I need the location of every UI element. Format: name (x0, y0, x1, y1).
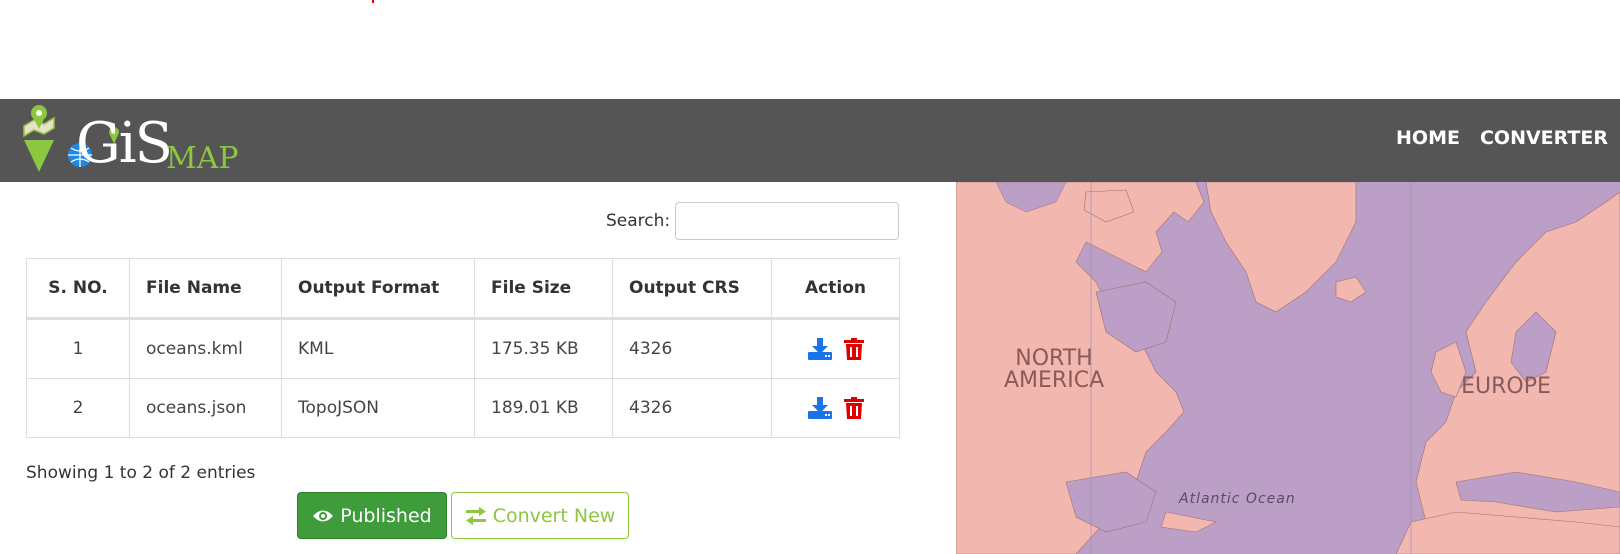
cell-file-size: 189.01 KB (474, 378, 613, 438)
cell-sno: 1 (26, 318, 130, 379)
cell-action (771, 378, 900, 438)
table-row: 1 oceans.kml KML 175.35 KB 4326 (26, 318, 900, 379)
search-label: Search: (606, 211, 671, 231)
table-info: Showing 1 to 2 of 2 entries (26, 463, 256, 483)
cell-file-name: oceans.kml (129, 318, 282, 379)
map-view[interactable]: NORTH AMERICA EUROPE Atlantic Ocean (956, 182, 1620, 554)
download-icon[interactable] (807, 338, 832, 360)
logo-gis-text: GiS (76, 111, 173, 176)
nav-home-link[interactable]: HOME (1396, 127, 1460, 149)
column-header-action: Action (771, 258, 900, 320)
convert-new-button[interactable]: Convert New (451, 492, 629, 539)
cell-output-format: KML (281, 318, 475, 379)
cell-output-format: TopoJSON (281, 378, 475, 438)
published-button[interactable]: Published (297, 492, 447, 539)
table-row: 2 oceans.json TopoJSON 189.01 KB 4326 (26, 378, 900, 438)
map-label-europe: EUROPE (1461, 374, 1551, 399)
nav-converter-link[interactable]: CONVERTER (1480, 127, 1608, 149)
cell-file-name: oceans.json (129, 378, 282, 438)
search-row: Search: (606, 202, 901, 242)
download-icon[interactable] (807, 397, 832, 419)
files-table: S. NO. File Name Output Format File Size… (26, 258, 900, 438)
map-label-atlantic: Atlantic Ocean (1179, 491, 1296, 507)
search-input[interactable] (675, 202, 899, 240)
stray-mark (372, 0, 374, 3)
column-header-output-format[interactable]: Output Format (281, 258, 475, 320)
trash-icon[interactable] (843, 397, 864, 419)
cell-output-crs: 4326 (612, 318, 772, 379)
table-header-row: S. NO. File Name Output Format File Size… (26, 258, 900, 320)
logo-map-text: MAP (166, 141, 239, 176)
cell-action (771, 318, 900, 379)
cell-output-crs: 4326 (612, 378, 772, 438)
map-label-north-america: NORTH AMERICA (1004, 346, 1105, 393)
nav-links: HOME CONVERTER (1396, 127, 1608, 149)
trash-icon[interactable] (843, 338, 864, 360)
published-label: Published (340, 504, 432, 527)
cell-sno: 2 (26, 378, 130, 438)
eye-icon (313, 510, 334, 521)
exchange-icon (465, 506, 486, 525)
column-header-file-name[interactable]: File Name (129, 258, 282, 320)
column-header-file-size[interactable]: File Size (474, 258, 613, 320)
gismap-logo[interactable]: GiS MAP (18, 102, 258, 180)
column-header-output-crs[interactable]: Output CRS (612, 258, 772, 320)
cell-file-size: 175.35 KB (474, 318, 613, 379)
convert-new-label: Convert New (492, 504, 616, 527)
column-header-sno[interactable]: S. NO. (26, 258, 130, 320)
navbar: GiS MAP HOME CONVERTER (0, 99, 1620, 182)
